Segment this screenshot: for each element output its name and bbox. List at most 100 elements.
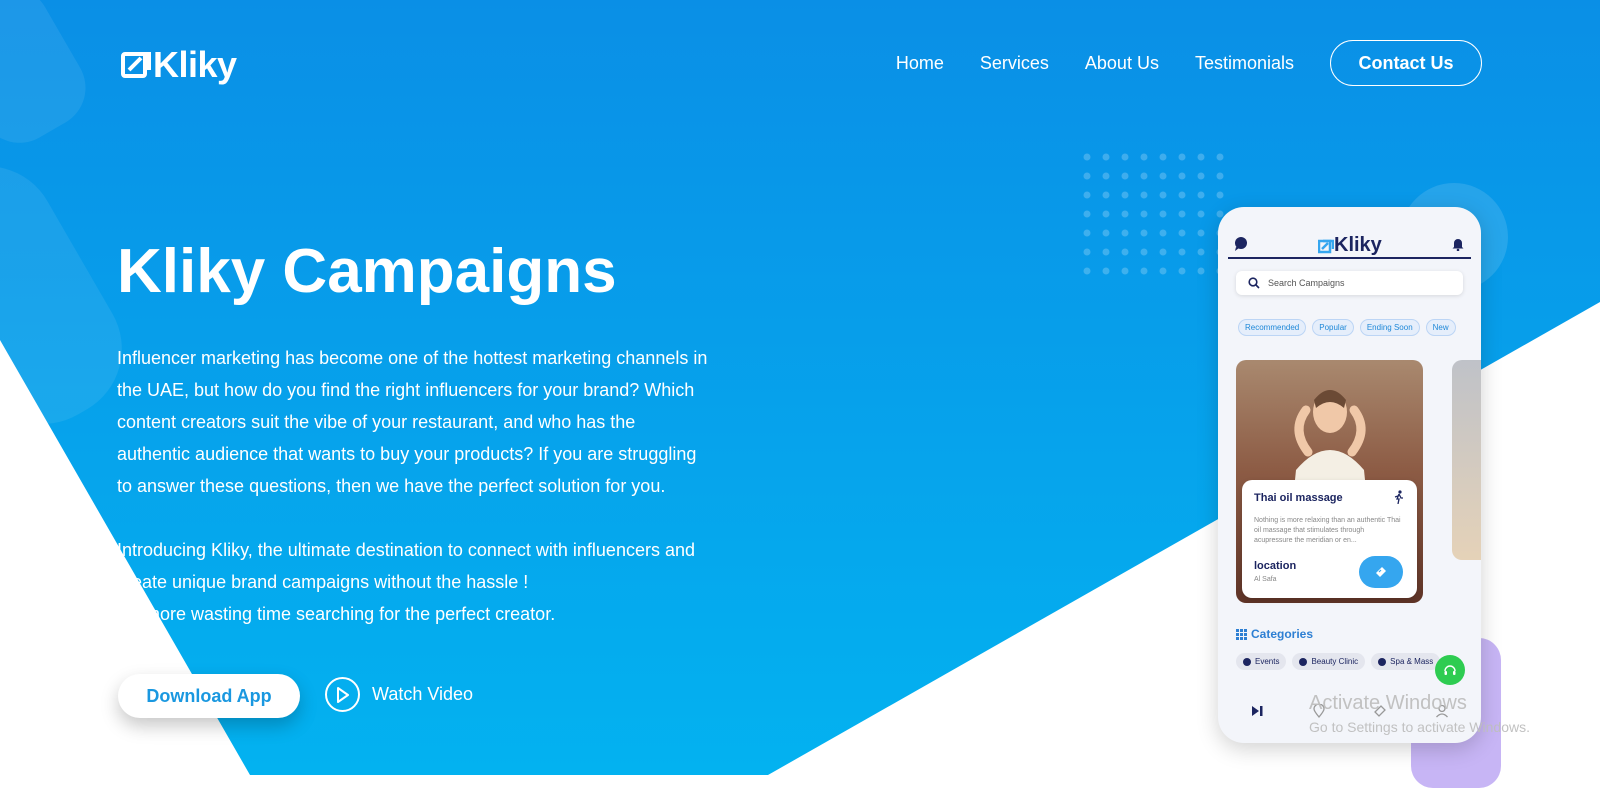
headset-icon bbox=[1444, 665, 1456, 675]
decor-dot bbox=[1102, 248, 1110, 256]
app-logo-mark-icon bbox=[1318, 239, 1334, 253]
brand-logo[interactable]: Kliky bbox=[121, 44, 237, 86]
search-placeholder: Search Campaigns bbox=[1268, 278, 1345, 288]
hero-text-line: to answer these questions, then we have … bbox=[117, 476, 666, 496]
chat-icon bbox=[1235, 237, 1247, 251]
campaign-card[interactable]: Thai oil massage Nothing is more relaxin… bbox=[1242, 480, 1417, 598]
category-label: Events bbox=[1255, 657, 1280, 666]
decor-dot bbox=[1121, 210, 1129, 218]
decor-dot bbox=[1102, 229, 1110, 237]
decor-dot bbox=[1102, 267, 1110, 275]
campaign-card-image-next[interactable] bbox=[1452, 360, 1481, 560]
decor-dot bbox=[1178, 248, 1186, 256]
nav-link-testimonials[interactable]: Testimonials bbox=[1195, 53, 1294, 74]
beauty-clinic-icon bbox=[1299, 657, 1308, 666]
category-list: Events Beauty Clinic Spa & Mass bbox=[1236, 653, 1446, 670]
categories-title: Categories bbox=[1251, 627, 1314, 641]
decor-dot bbox=[1197, 229, 1205, 237]
decor-dot bbox=[1083, 229, 1091, 237]
nav-link-home[interactable]: Home bbox=[896, 53, 944, 74]
decor-dot bbox=[1121, 191, 1129, 199]
decor-dot bbox=[1178, 210, 1186, 218]
grid-icon bbox=[1236, 628, 1247, 640]
category-beauty-clinic[interactable]: Beauty Clinic bbox=[1292, 653, 1366, 670]
decor-dot bbox=[1083, 248, 1091, 256]
hero-paragraph-1: Influencer marketing has become one of t… bbox=[117, 342, 767, 502]
search-icon bbox=[1248, 277, 1260, 289]
decor-dot bbox=[1121, 248, 1129, 256]
chip-ending-soon[interactable]: Ending Soon bbox=[1359, 319, 1420, 336]
hero-text-line: Influencer marketing has become one of t… bbox=[117, 348, 708, 368]
campaign-search-input[interactable]: Search Campaigns bbox=[1236, 271, 1463, 295]
decor-dot bbox=[1197, 153, 1205, 161]
decor-dot bbox=[1140, 267, 1148, 275]
nav-link-about[interactable]: About Us bbox=[1085, 53, 1159, 74]
decor-dot bbox=[1140, 248, 1148, 256]
decor-dot bbox=[1159, 229, 1167, 237]
decor-dot bbox=[1159, 210, 1167, 218]
chip-recommended[interactable]: Recommended bbox=[1238, 319, 1307, 336]
hero-text-line: content creators suit the vibe of your r… bbox=[117, 412, 636, 432]
download-app-button[interactable]: Download App bbox=[118, 674, 300, 718]
decor-dot bbox=[1159, 191, 1167, 199]
campaigns-tab-icon[interactable] bbox=[1250, 704, 1264, 718]
contact-us-button[interactable]: Contact Us bbox=[1330, 40, 1482, 86]
filter-chips: Recommended Popular Ending Soon New bbox=[1238, 319, 1462, 336]
decor-dot bbox=[1178, 229, 1186, 237]
hero-title: Kliky Campaigns bbox=[117, 237, 617, 306]
category-events[interactable]: Events bbox=[1236, 653, 1287, 670]
activate-windows-subtitle: Go to Settings to activate Windows. bbox=[1309, 719, 1530, 735]
campaign-title: Thai oil massage bbox=[1254, 492, 1343, 504]
decor-dot bbox=[1216, 153, 1224, 161]
hero-text-line: No more wasting time searching for the p… bbox=[117, 604, 556, 624]
decor-dot bbox=[1083, 191, 1091, 199]
decor-dot bbox=[1159, 172, 1167, 180]
category-spa[interactable]: Spa & Mass bbox=[1371, 653, 1441, 670]
category-label: Beauty Clinic bbox=[1311, 657, 1359, 666]
play-icon bbox=[325, 677, 360, 712]
main-nav: Home Services About Us Testimonials Cont… bbox=[896, 40, 1482, 86]
campaign-location-value: Al Safa bbox=[1254, 576, 1277, 583]
bell-icon[interactable] bbox=[1451, 237, 1465, 251]
activate-windows-watermark: Activate Windows Go to Settings to activ… bbox=[1309, 692, 1530, 735]
campaign-description: Nothing is more relaxing than an authent… bbox=[1254, 517, 1401, 544]
ticket-button[interactable] bbox=[1359, 556, 1403, 588]
decor-dot bbox=[1121, 172, 1129, 180]
decor-dot bbox=[1083, 172, 1091, 180]
chip-popular[interactable]: Popular bbox=[1312, 319, 1354, 336]
decor-dot bbox=[1216, 172, 1224, 180]
decor-dot bbox=[1159, 267, 1167, 275]
decor-dot bbox=[1197, 267, 1205, 275]
watch-video-label: Watch Video bbox=[372, 684, 474, 704]
watch-video-button[interactable]: Watch Video bbox=[325, 677, 473, 712]
decor-dot bbox=[1140, 153, 1148, 161]
decor-dot bbox=[1159, 153, 1167, 161]
decor-dot bbox=[1083, 153, 1091, 161]
support-chat-button[interactable] bbox=[1435, 655, 1465, 685]
spa-icon bbox=[1378, 657, 1387, 666]
decor-dot bbox=[1102, 172, 1110, 180]
decor-dot-grid bbox=[1083, 153, 1224, 275]
decor-dot bbox=[1121, 153, 1129, 161]
events-icon bbox=[1243, 657, 1251, 666]
hero-paragraph-2: Introducing Kliky, the ultimate destinat… bbox=[117, 534, 767, 630]
nav-link-services[interactable]: Services bbox=[980, 53, 1049, 74]
decor-dot bbox=[1083, 267, 1091, 275]
brand-name: Kliky bbox=[153, 44, 237, 85]
hero-text-line: Introducing Kliky, the ultimate destinat… bbox=[117, 540, 695, 560]
decor-dot bbox=[1197, 191, 1205, 199]
decor-dot bbox=[1178, 172, 1186, 180]
decor-dot bbox=[1178, 191, 1186, 199]
decor-dot bbox=[1140, 229, 1148, 237]
hero-description: Influencer marketing has become one of t… bbox=[117, 342, 767, 662]
hero-text-line: create unique brand campaigns without th… bbox=[117, 572, 529, 592]
chip-new[interactable]: New bbox=[1425, 319, 1456, 336]
decor-dot bbox=[1216, 191, 1224, 199]
logo-mark-icon bbox=[121, 52, 151, 78]
decor-dot bbox=[1102, 191, 1110, 199]
decor-dot bbox=[1197, 248, 1205, 256]
hero-text-line: authentic audience that wants to buy you… bbox=[117, 444, 697, 464]
phone-app-name: Kliky bbox=[1334, 234, 1382, 256]
decor-dot bbox=[1121, 229, 1129, 237]
decor-dot bbox=[1140, 172, 1148, 180]
